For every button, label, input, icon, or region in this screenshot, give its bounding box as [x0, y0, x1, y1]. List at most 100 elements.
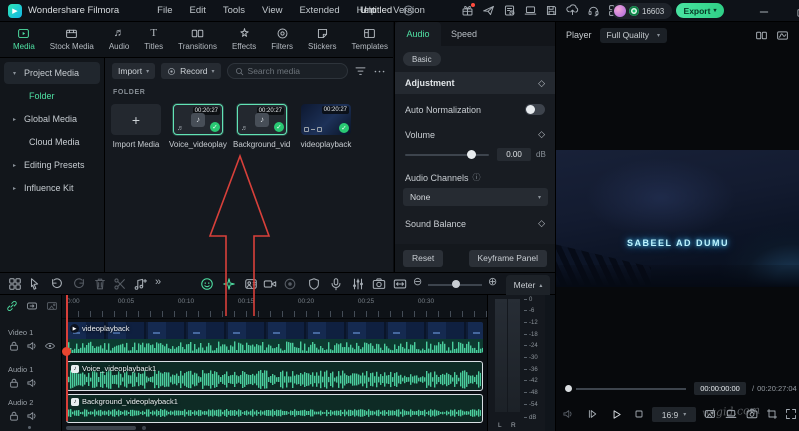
zoom-in-icon[interactable]: ⊕ — [488, 277, 497, 288]
import-media-tile[interactable]: + — [111, 104, 161, 135]
app-logo-icon[interactable]: ▶ — [8, 4, 22, 18]
tab-stock-media[interactable]: Stock Media — [43, 26, 101, 52]
play-button[interactable] — [610, 408, 623, 421]
sidebar-item-influence-kit[interactable]: ▸Influence Kit — [4, 177, 100, 199]
scrollbar-thumb[interactable] — [66, 426, 136, 430]
tab-media[interactable]: Media — [6, 26, 42, 52]
seek-track[interactable] — [576, 388, 686, 390]
media-item-videoplayback[interactable]: 00:20:27 ✓ — [301, 104, 351, 135]
basic-pill[interactable]: Basic — [403, 52, 441, 66]
sidebar-item-cloud-media[interactable]: Cloud Media — [4, 131, 100, 153]
step-forward-icon[interactable] — [586, 408, 598, 420]
menu-edit[interactable]: Edit — [189, 5, 205, 16]
video-preview[interactable]: SABEEL AD DUMU — [556, 150, 799, 287]
audio-clip-voice[interactable]: ♪ Voice_videoplayback1 — [66, 361, 483, 391]
video-clip-videoplayback[interactable]: ▶ videoplayback — [66, 322, 483, 353]
media-item-voice-audio[interactable]: 00:20:27 ♪ ♬ ✓ — [173, 104, 223, 135]
menu-view[interactable]: View — [262, 5, 282, 16]
save-icon[interactable] — [545, 4, 558, 17]
search-box[interactable] — [227, 63, 348, 79]
sidebar-item-global-media[interactable]: ▸Global Media — [4, 108, 100, 130]
audio-clip-background[interactable]: ♪ Background_videoplayback1 — [66, 394, 483, 423]
mute-track-icon[interactable] — [26, 340, 38, 352]
keyframe-diamond-icon[interactable]: ◇ — [538, 218, 545, 229]
menu-tools[interactable]: Tools — [223, 5, 245, 16]
seek-handle[interactable] — [565, 385, 572, 392]
lock-track-icon[interactable] — [8, 410, 20, 422]
aspect-ratio-dropdown[interactable]: 16:9 ▾ — [652, 407, 696, 422]
display-output-icon[interactable] — [725, 408, 737, 420]
adjustment-section[interactable]: Adjustment ◇ — [395, 72, 555, 94]
volume-value-field[interactable]: 0.00 — [497, 148, 531, 161]
device-icon[interactable] — [524, 4, 537, 17]
filter-icon[interactable] — [354, 65, 367, 78]
speech-to-text-icon[interactable] — [244, 277, 258, 291]
mute-track-icon[interactable] — [26, 410, 38, 422]
hide-track-icon[interactable] — [44, 340, 56, 352]
shield-icon[interactable] — [307, 277, 321, 291]
split-icon[interactable] — [113, 277, 127, 291]
menu-file[interactable]: File — [157, 5, 172, 16]
share-icon[interactable] — [482, 4, 495, 17]
keyframe-panel-button[interactable]: Keyframe Panel — [469, 250, 547, 267]
timeline-ruler[interactable]: 0:00 00:05 00:10 00:15 00:20 00:25 00:30 — [62, 295, 487, 319]
tab-stickers[interactable]: Stickers — [301, 26, 343, 52]
tab-templates[interactable]: Templates — [345, 26, 395, 52]
sidebar-item-folder[interactable]: Folder — [4, 85, 100, 107]
tab-audio[interactable]: ♬Audio — [102, 26, 136, 52]
more-options-icon[interactable] — [373, 65, 386, 78]
sync-status-icon[interactable] — [402, 4, 415, 17]
stop-button[interactable] — [633, 408, 645, 420]
current-time-field[interactable]: 00:00:00:00 — [694, 382, 746, 395]
import-button[interactable]: Import▾ — [112, 63, 155, 79]
auto-normalization-toggle[interactable] — [525, 104, 545, 115]
render-preview-icon[interactable] — [704, 408, 716, 420]
tab-filters[interactable]: Filters — [264, 26, 300, 52]
screen-record-icon[interactable] — [263, 277, 277, 291]
record-button[interactable]: Record▾ — [161, 63, 220, 79]
meter-toggle-button[interactable]: Meter ▴ — [506, 275, 550, 295]
lock-track-icon[interactable] — [8, 377, 20, 389]
redo-icon[interactable] — [72, 277, 86, 291]
video-scopes-icon[interactable] — [776, 29, 789, 42]
project-history-icon[interactable] — [503, 4, 516, 17]
audio-channels-dropdown[interactable]: None ▾ — [403, 188, 548, 206]
volume-slider-track[interactable] — [405, 154, 489, 156]
link-clips-icon[interactable] — [6, 300, 18, 312]
tab-effects[interactable]: Effects — [225, 26, 263, 52]
render-preview-toggle-icon[interactable] — [46, 300, 58, 312]
restore-button[interactable] — [796, 6, 799, 18]
keyframe-diamond-icon[interactable]: ◇ — [538, 78, 545, 89]
snapshot-icon[interactable] — [746, 408, 758, 420]
playhead-handle[interactable] — [62, 347, 71, 356]
delete-icon[interactable] — [93, 277, 107, 291]
sidebar-item-project-media[interactable]: ▾Project Media — [4, 62, 100, 84]
minimize-button[interactable] — [758, 6, 770, 18]
timeline-snapshot-icon[interactable] — [372, 277, 386, 291]
sidebar-item-editing-presets[interactable]: ▸Editing Presets — [4, 154, 100, 176]
support-icon[interactable] — [587, 4, 600, 17]
compare-view-icon[interactable] — [755, 29, 768, 42]
track-manager-icon[interactable] — [8, 277, 22, 291]
quality-dropdown[interactable]: Full Quality ▾ — [600, 28, 668, 43]
detach-audio-icon[interactable] — [133, 277, 147, 291]
avatar[interactable] — [614, 5, 626, 17]
fit-to-timeline-icon[interactable] — [393, 277, 407, 291]
mute-track-icon[interactable] — [26, 377, 38, 389]
cloud-upload-icon[interactable] — [566, 4, 579, 17]
tab-transitions[interactable]: Transitions — [171, 26, 224, 52]
export-button[interactable]: Export ▾ — [676, 3, 724, 18]
fullscreen-icon[interactable] — [785, 408, 797, 420]
search-input[interactable] — [248, 66, 340, 76]
account-pill[interactable]: 16603 — [612, 3, 672, 19]
keyframe-diamond-icon[interactable]: ◇ — [538, 129, 545, 140]
gift-icon[interactable] — [461, 4, 474, 17]
ai-sticker-icon[interactable] — [200, 277, 214, 291]
audio-mixer-icon[interactable] — [351, 277, 365, 291]
microphone-icon[interactable] — [329, 277, 343, 291]
tab-speed-properties[interactable]: Speed — [441, 22, 487, 46]
zoom-out-icon[interactable]: ⊖ — [413, 277, 422, 288]
ai-effect-icon[interactable] — [222, 277, 236, 291]
tab-audio-properties[interactable]: Audio — [395, 22, 441, 46]
tab-titles[interactable]: TTitles — [137, 26, 170, 52]
